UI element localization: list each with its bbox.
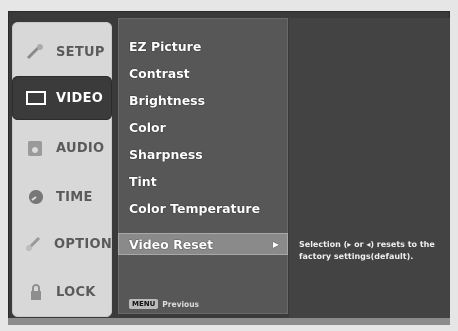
- menu-button-badge: MENU: [129, 299, 159, 309]
- tab-lock-label: LOCK: [56, 284, 96, 300]
- tab-option-label: OPTION: [54, 236, 113, 252]
- menu-item-color-temperature[interactable]: Color Temperature: [129, 201, 260, 216]
- video-menu: EZ Picture Contrast Brightness Color Sha…: [118, 18, 288, 314]
- menu-item-sharpness[interactable]: Sharpness: [129, 147, 203, 162]
- previous-label: Previous: [162, 299, 199, 309]
- tab-time-label: TIME: [56, 189, 93, 205]
- monitor-icon: [24, 88, 48, 108]
- wrench-icon: [24, 42, 48, 62]
- menu-item-contrast[interactable]: Contrast: [129, 66, 190, 81]
- clock-icon: [24, 187, 48, 207]
- menu-item-color[interactable]: Color: [129, 120, 166, 135]
- chevron-right-icon: ▶: [272, 239, 279, 249]
- menu-footer: MENU Previous: [129, 299, 199, 309]
- info-panel: Selection (▸ or ◂) resets to the factory…: [289, 18, 450, 325]
- tab-audio[interactable]: AUDIO: [12, 126, 112, 170]
- tab-setup-label: SETUP: [56, 44, 105, 60]
- speaker-icon: [24, 138, 48, 158]
- tab-option[interactable]: OPTION: [12, 222, 112, 266]
- tab-time[interactable]: TIME: [12, 175, 112, 219]
- description-text: Selection (▸ or ◂) resets to the factory…: [299, 240, 435, 261]
- tab-sidebar: SETUP VIDEO AUDIO TIME OPTION LOCK: [12, 22, 112, 317]
- lock-icon: [24, 282, 48, 302]
- bottom-strip: [8, 318, 450, 325]
- menu-item-video-reset[interactable]: Video Reset ▶: [118, 233, 288, 255]
- tab-audio-label: AUDIO: [56, 140, 105, 156]
- video-reset-label: Video Reset: [129, 236, 214, 252]
- tab-setup[interactable]: SETUP: [12, 30, 112, 74]
- tab-video[interactable]: VIDEO: [12, 76, 112, 120]
- settings-icon: [24, 234, 46, 254]
- menu-item-brightness[interactable]: Brightness: [129, 93, 205, 108]
- tab-video-label: VIDEO: [56, 90, 104, 106]
- tab-lock[interactable]: LOCK: [12, 270, 112, 314]
- menu-item-tint[interactable]: Tint: [129, 174, 157, 189]
- menu-item-ez-picture[interactable]: EZ Picture: [129, 39, 201, 54]
